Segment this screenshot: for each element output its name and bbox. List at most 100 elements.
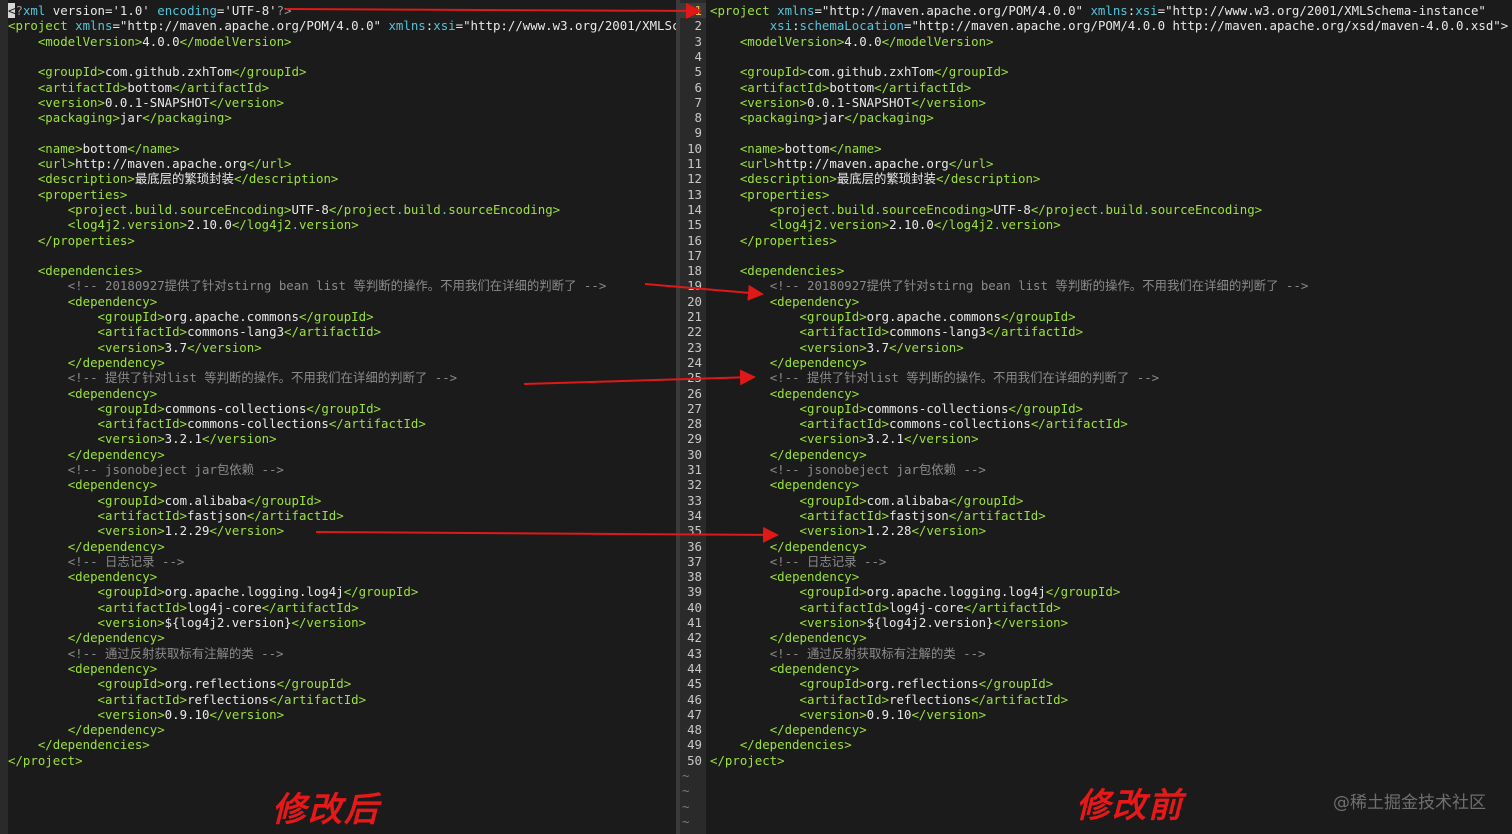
left-code-line[interactable]: <dependency> <box>0 569 676 584</box>
right-code-line[interactable]: 44 <dependency> <box>680 661 1512 676</box>
left-code-line[interactable]: </dependencies> <box>0 737 676 752</box>
left-code-line[interactable]: <properties> <box>0 187 676 202</box>
left-code-line[interactable]: <groupId>org.apache.commons</groupId> <box>0 309 676 324</box>
left-code-line[interactable]: <dependency> <box>0 477 676 492</box>
right-code-line[interactable]: 40 <artifactId>log4j-core</artifactId> <box>680 600 1512 615</box>
left-code-line[interactable]: <groupId>org.reflections</groupId> <box>0 676 676 691</box>
editor-pane-right[interactable]: 1 <project xmlns="http://maven.apache.org… <box>680 0 1512 834</box>
left-code-line[interactable]: <version>0.9.10</version> <box>0 707 676 722</box>
left-code-line[interactable]: <groupId>com.alibaba</groupId> <box>0 493 676 508</box>
right-code-line[interactable]: 3 <modelVersion>4.0.0</modelVersion> <box>680 34 1512 49</box>
left-code-line[interactable]: <artifactId>log4j-core</artifactId> <box>0 600 676 615</box>
right-code-line[interactable]: 2 xsi:schemaLocation="http://maven.apach… <box>680 18 1512 33</box>
right-code-line[interactable]: 29 <version>3.2.1</version> <box>680 431 1512 446</box>
left-code-line[interactable]: <artifactId>bottom</artifactId> <box>0 80 676 95</box>
right-code-line[interactable]: 28 <artifactId>commons-collections</arti… <box>680 416 1512 431</box>
left-code-line[interactable]: <modelVersion>4.0.0</modelVersion> <box>0 34 676 49</box>
left-code-line[interactable]: <project xmlns="http://maven.apache.org/… <box>0 18 676 33</box>
right-code-line[interactable]: 15 <log4j2.version>2.10.0</log4j2.versio… <box>680 217 1512 232</box>
right-code-line[interactable]: 16 </properties> <box>680 233 1512 248</box>
left-code-line[interactable]: <!-- 20180927提供了针对stirng bean list 等判断的操… <box>0 278 676 293</box>
right-code-line[interactable]: 37 <!-- 日志记录 --> <box>680 554 1512 569</box>
right-code-line[interactable]: 19 <!-- 20180927提供了针对stirng bean list 等判… <box>680 278 1512 293</box>
right-code-line[interactable]: 20 <dependency> <box>680 294 1512 309</box>
left-code-line[interactable]: <groupId>commons-collections</groupId> <box>0 401 676 416</box>
left-code-line[interactable]: <dependency> <box>0 661 676 676</box>
right-code-line[interactable]: 8 <packaging>jar</packaging> <box>680 110 1512 125</box>
right-code-line[interactable]: 26 <dependency> <box>680 386 1512 401</box>
right-code-line[interactable]: 27 <groupId>commons-collections</groupId… <box>680 401 1512 416</box>
right-code-line[interactable]: 25 <!-- 提供了针对list 等判断的操作。不用我们在详细的判断了 --> <box>680 370 1512 385</box>
left-code-line[interactable]: </properties> <box>0 233 676 248</box>
left-code-line[interactable]: <!-- 通过反射获取标有注解的类 --> <box>0 646 676 661</box>
right-code-line[interactable]: 42 </dependency> <box>680 630 1512 645</box>
left-code-line[interactable]: </dependency> <box>0 630 676 645</box>
left-code-line[interactable]: <version>3.7</version> <box>0 340 676 355</box>
left-code-line[interactable]: <log4j2.version>2.10.0</log4j2.version> <box>0 217 676 232</box>
left-code-line[interactable]: <version>1.2.29</version> <box>0 523 676 538</box>
right-code-line[interactable]: 21 <groupId>org.apache.commons</groupId> <box>680 309 1512 324</box>
right-code-line[interactable]: 17 <box>680 248 1512 263</box>
left-code-line[interactable]: <artifactId>reflections</artifactId> <box>0 692 676 707</box>
right-code-line[interactable]: 18 <dependencies> <box>680 263 1512 278</box>
left-code-line[interactable]: <artifactId>fastjson</artifactId> <box>0 508 676 523</box>
left-code-line[interactable]: <!-- 日志记录 --> <box>0 554 676 569</box>
right-code-line[interactable]: 35 <version>1.2.28</version> <box>680 523 1512 538</box>
right-code-line[interactable]: 9 <box>680 125 1512 140</box>
left-code-line[interactable]: <url>http://maven.apache.org</url> <box>0 156 676 171</box>
left-code-line[interactable]: <project.build.sourceEncoding>UTF-8</pro… <box>0 202 676 217</box>
right-code-line[interactable]: 4 <box>680 49 1512 64</box>
left-code-line[interactable]: <artifactId>commons-collections</artifac… <box>0 416 676 431</box>
right-code-line[interactable]: 34 <artifactId>fastjson</artifactId> <box>680 508 1512 523</box>
right-code-line[interactable]: 7 <version>0.0.1-SNAPSHOT</version> <box>680 95 1512 110</box>
right-code-line[interactable]: 30 </dependency> <box>680 447 1512 462</box>
right-code-line[interactable]: 48 </dependency> <box>680 722 1512 737</box>
left-code-line[interactable]: <version>${log4j2.version}</version> <box>0 615 676 630</box>
right-code-line[interactable]: 33 <groupId>com.alibaba</groupId> <box>680 493 1512 508</box>
left-code-line[interactable]: <dependency> <box>0 386 676 401</box>
left-code-line[interactable]: <version>0.0.1-SNAPSHOT</version> <box>0 95 676 110</box>
left-code-line[interactable] <box>0 125 676 140</box>
left-code-line[interactable]: <description>最底层的繁琐封装</description> <box>0 171 676 186</box>
right-code-line[interactable]: 10 <name>bottom</name> <box>680 141 1512 156</box>
right-code-line[interactable]: 45 <groupId>org.reflections</groupId> <box>680 676 1512 691</box>
left-code-line[interactable]: <dependency> <box>0 294 676 309</box>
right-code-line[interactable]: 39 <groupId>org.apache.logging.log4j</gr… <box>680 584 1512 599</box>
right-code-line[interactable]: 38 <dependency> <box>680 569 1512 584</box>
left-code-line[interactable]: <dependencies> <box>0 263 676 278</box>
left-code-line[interactable]: <groupId>com.github.zxhTom</groupId> <box>0 64 676 79</box>
right-code-line[interactable]: 13 <properties> <box>680 187 1512 202</box>
right-code-line[interactable]: 46 <artifactId>reflections</artifactId> <box>680 692 1512 707</box>
right-code-line[interactable]: 24 </dependency> <box>680 355 1512 370</box>
left-code-line[interactable]: <!-- jsonobeject jar包依赖 --> <box>0 462 676 477</box>
left-code-line[interactable]: <name>bottom</name> <box>0 141 676 156</box>
right-code-line[interactable]: 5 <groupId>com.github.zxhTom</groupId> <box>680 64 1512 79</box>
left-code-line[interactable]: </project> <box>0 753 676 768</box>
right-code-line[interactable]: 23 <version>3.7</version> <box>680 340 1512 355</box>
left-code-line[interactable]: </dependency> <box>0 447 676 462</box>
left-code-line[interactable]: <version>3.2.1</version> <box>0 431 676 446</box>
left-code-line[interactable]: </dependency> <box>0 539 676 554</box>
right-code-line[interactable]: 1 <project xmlns="http://maven.apache.org… <box>680 3 1512 19</box>
left-code-line[interactable]: <!-- 提供了针对list 等判断的操作。不用我们在详细的判断了 --> <box>0 370 676 385</box>
right-code-line[interactable]: 31 <!-- jsonobeject jar包依赖 --> <box>680 462 1512 477</box>
right-code-line[interactable]: 14 <project.build.sourceEncoding>UTF-8</… <box>680 202 1512 217</box>
left-code-line[interactable]: </dependency> <box>0 722 676 737</box>
left-code-line[interactable]: </dependency> <box>0 355 676 370</box>
right-code-line[interactable]: 22 <artifactId>commons-lang3</artifactId… <box>680 324 1512 339</box>
right-code-line[interactable]: 32 <dependency> <box>680 477 1512 492</box>
right-code-line[interactable]: 36 </dependency> <box>680 539 1512 554</box>
right-code-line[interactable]: 49 </dependencies> <box>680 737 1512 752</box>
right-code-line[interactable]: 11 <url>http://maven.apache.org</url> <box>680 156 1512 171</box>
right-code-line[interactable]: 50 </project> <box>680 753 1512 768</box>
right-code-line[interactable]: 43 <!-- 通过反射获取标有注解的类 --> <box>680 646 1512 661</box>
left-code-line[interactable] <box>0 49 676 64</box>
left-code-line[interactable]: <artifactId>commons-lang3</artifactId> <box>0 324 676 339</box>
right-code-line[interactable]: 12 <description>最底层的繁琐封装</description> <box>680 171 1512 186</box>
left-code-line[interactable]: <packaging>jar</packaging> <box>0 110 676 125</box>
right-code-line[interactable]: 41 <version>${log4j2.version}</version> <box>680 615 1512 630</box>
editor-pane-left[interactable]: <?xml version='1.0' encoding='UTF-8'?> <p… <box>0 0 676 834</box>
left-code-line[interactable]: <groupId>org.apache.logging.log4j</group… <box>0 584 676 599</box>
right-code-line[interactable]: 6 <artifactId>bottom</artifactId> <box>680 80 1512 95</box>
left-code-line[interactable]: <?xml version='1.0' encoding='UTF-8'?> <box>0 3 676 19</box>
